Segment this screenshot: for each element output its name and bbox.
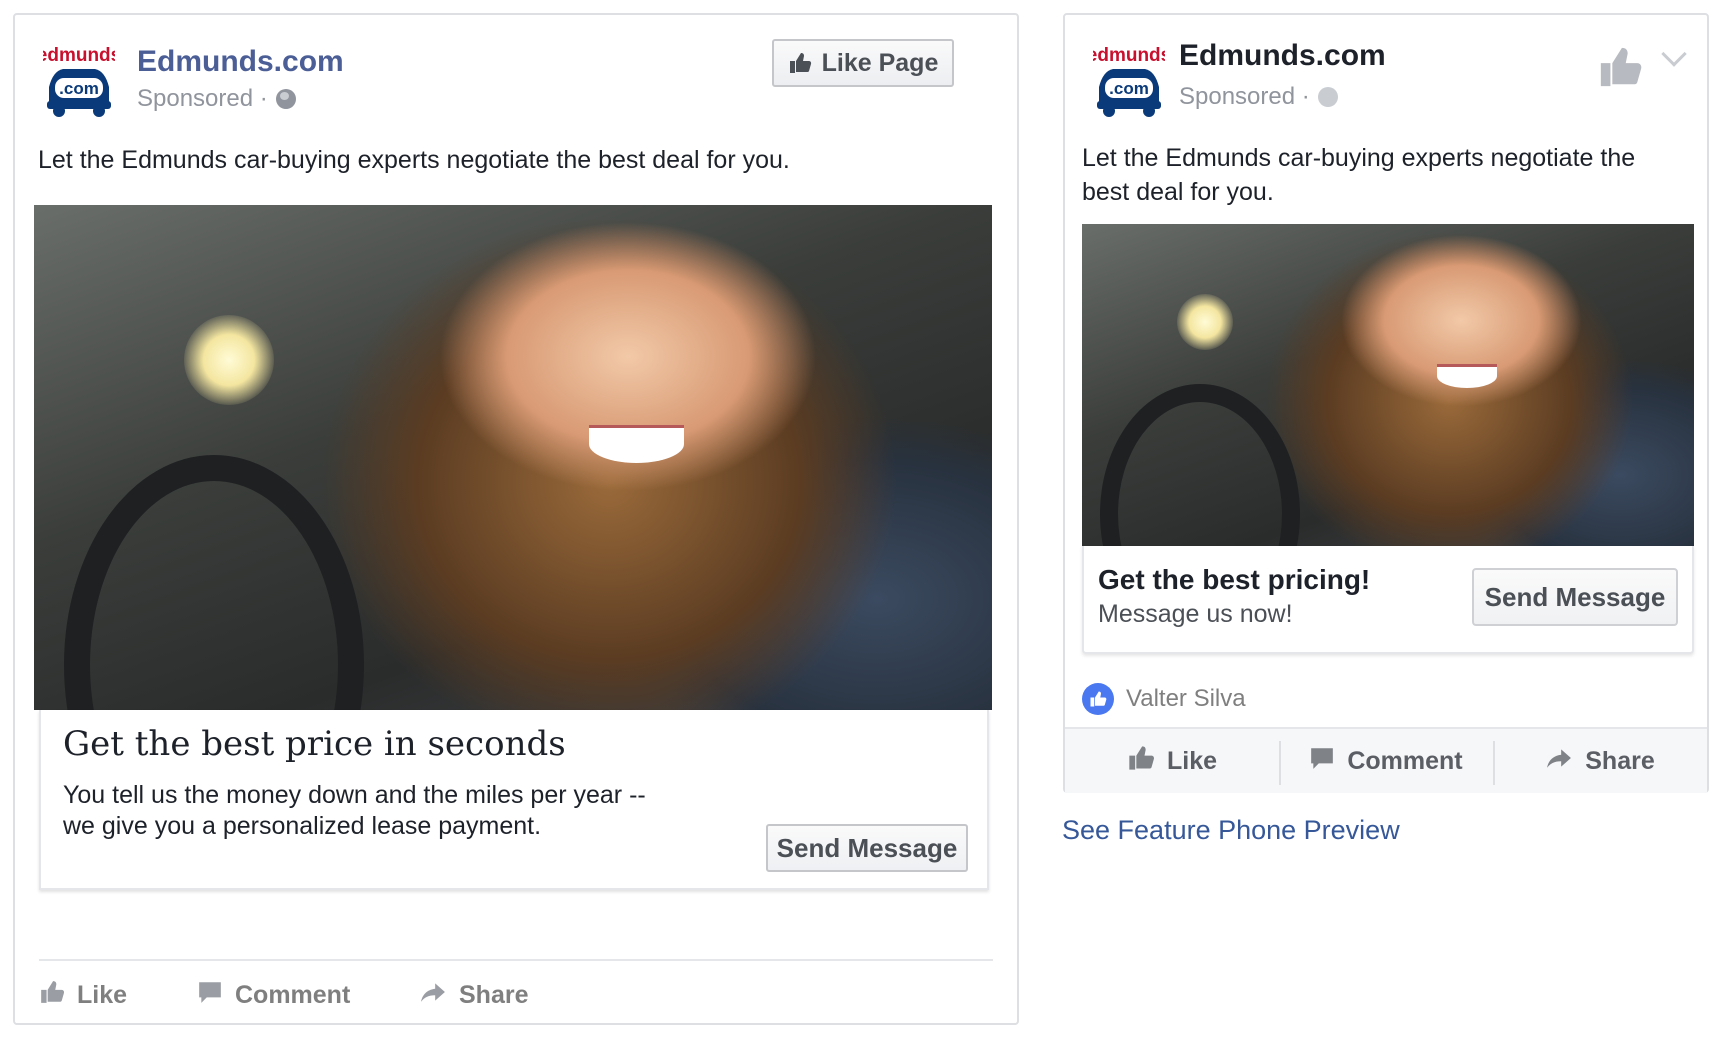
sponsored-text: Sponsored ·: [137, 85, 268, 112]
comment-label: Comment: [235, 980, 351, 1009]
ad-image[interactable]: [1082, 224, 1694, 546]
link-attachment[interactable]: Get the best pricing! Message us now! Se…: [1082, 546, 1694, 654]
like-page-label: Like Page: [821, 48, 939, 77]
share-icon: [1545, 745, 1573, 778]
ad-headline: Get the best pricing!: [1098, 564, 1371, 595]
comment-action[interactable]: Comment: [197, 975, 419, 1015]
light-flare: [1177, 294, 1233, 350]
mobile-ad-preview: edmunds .com Edmunds.com Sponsored · Let…: [1063, 13, 1709, 793]
chevron-down-icon[interactable]: [1661, 41, 1687, 67]
thumbs-up-icon: [39, 979, 65, 1012]
sponsored-label: Sponsored ·: [137, 85, 296, 113]
svg-text:edmunds: edmunds: [1093, 45, 1165, 66]
action-bar: Like Comment Share: [39, 975, 579, 1015]
page-name[interactable]: Edmunds.com: [1179, 39, 1386, 73]
divider: [39, 959, 993, 961]
thumbs-up-icon[interactable]: [1597, 43, 1643, 96]
comment-action[interactable]: Comment: [1279, 740, 1493, 785]
share-action[interactable]: Share: [419, 975, 579, 1015]
like-label: Like: [1166, 746, 1218, 775]
edmunds-logo[interactable]: edmunds .com: [1087, 43, 1171, 117]
social-context: Valter Silva: [1082, 683, 1246, 715]
globe-icon: [275, 89, 296, 109]
comment-label: Comment: [1347, 746, 1463, 775]
like-badge-icon: [1082, 683, 1114, 715]
comment-icon: [1309, 745, 1335, 778]
send-message-button[interactable]: Send Message: [766, 824, 968, 872]
smile-shape: [589, 425, 684, 463]
like-action[interactable]: Like: [39, 975, 197, 1015]
ad-headline: Get the best price in seconds: [63, 724, 566, 764]
ad-description: Message us now!: [1098, 600, 1293, 628]
sponsored-label: Sponsored ·: [1179, 83, 1338, 111]
like-label: Like: [77, 980, 128, 1009]
like-action[interactable]: Like: [1065, 744, 1279, 779]
social-name[interactable]: Valter Silva: [1126, 685, 1246, 713]
ad-image[interactable]: [34, 205, 992, 710]
send-message-button[interactable]: Send Message: [1472, 568, 1678, 626]
steering-wheel-shape: [64, 455, 364, 710]
svg-text:.com: .com: [59, 79, 99, 98]
like-page-button[interactable]: Like Page: [772, 39, 954, 87]
share-icon: [419, 979, 447, 1012]
page-name[interactable]: Edmunds.com: [137, 45, 344, 79]
feature-phone-preview-link[interactable]: See Feature Phone Preview: [1062, 815, 1400, 846]
edmunds-logo[interactable]: edmunds .com: [37, 43, 121, 117]
desktop-ad-preview: edmunds .com Edmunds.com Sponsored · Lik…: [13, 13, 1019, 1025]
action-bar: Like Comment Share: [1065, 727, 1707, 793]
post-text: Let the Edmunds car-buying experts negot…: [38, 146, 790, 174]
share-label: Share: [459, 980, 529, 1009]
post-text: Let the Edmunds car-buying experts negot…: [1082, 144, 1636, 206]
svg-text:edmunds: edmunds: [43, 45, 115, 66]
link-attachment[interactable]: Get the best price in seconds You tell u…: [39, 710, 989, 890]
steering-wheel-shape: [1100, 384, 1300, 546]
thumbs-up-icon: [1127, 744, 1155, 779]
light-flare: [184, 315, 274, 405]
share-action[interactable]: Share: [1493, 740, 1707, 785]
globe-icon: [1317, 87, 1338, 107]
thumbs-up-icon: [788, 51, 812, 75]
ad-description: You tell us the money down and the miles…: [63, 781, 646, 840]
svg-text:.com: .com: [1109, 79, 1149, 98]
sponsored-text: Sponsored ·: [1179, 83, 1310, 110]
comment-icon: [197, 979, 223, 1012]
smile-shape: [1437, 364, 1497, 388]
share-label: Share: [1585, 746, 1655, 775]
